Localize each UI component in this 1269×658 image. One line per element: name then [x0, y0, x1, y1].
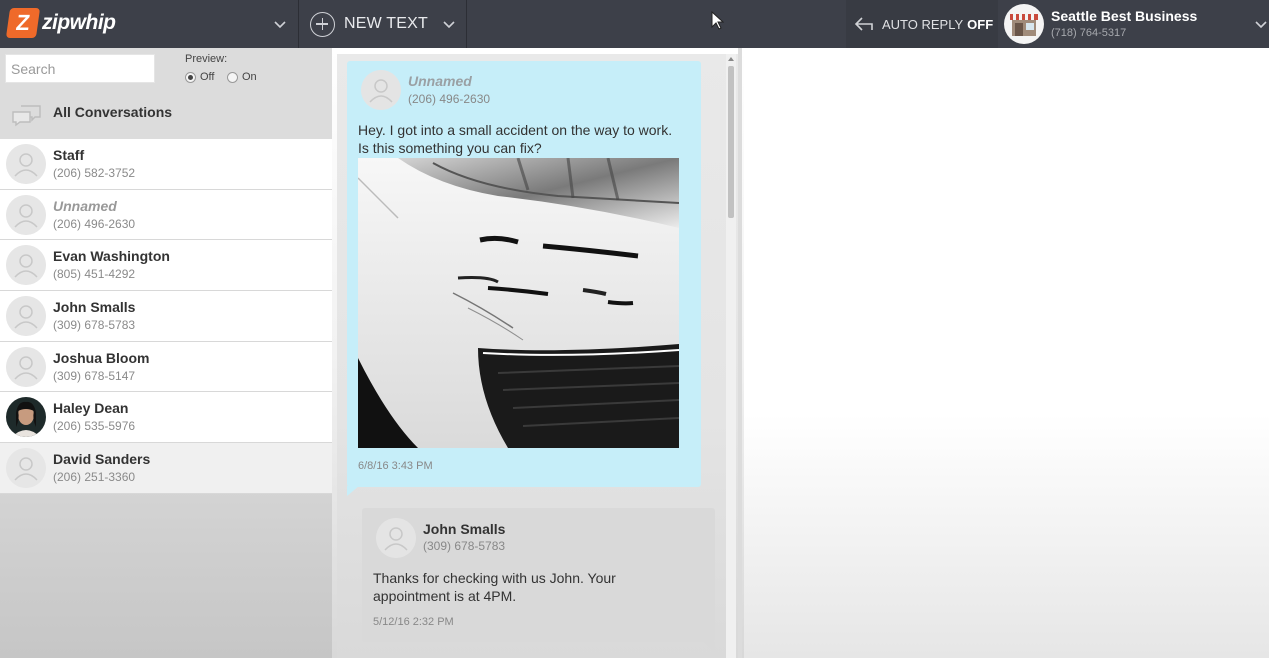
conversation-item[interactable]: David Sanders (206) 251-3360: [0, 443, 332, 494]
avatar: [376, 518, 416, 558]
conversation-item[interactable]: John Smalls (309) 678-5783: [0, 291, 332, 342]
divider: [466, 0, 467, 48]
divider: [298, 0, 299, 48]
logo-mark: Z: [5, 8, 41, 38]
avatar: [6, 194, 46, 235]
zipwhip-logo[interactable]: Z zipwhip: [5, 8, 116, 38]
logo-wordmark: zipwhip: [42, 11, 116, 34]
conversation-list: Staff (206) 582-3752 Unnamed (206) 496-2630…: [0, 139, 332, 494]
preview-on-label: On: [242, 71, 257, 83]
contact-phone: (206) 535-5976: [53, 419, 136, 434]
conversation-item[interactable]: Joshua Bloom (309) 678-5147: [0, 341, 332, 393]
conversation-sidebar: Preview: Off On All Conversations Staff (…: [0, 48, 332, 658]
mms-image-car-bumper[interactable]: [358, 158, 679, 448]
account-menu[interactable]: Seattle Best Business (718) 764-5317: [998, 0, 1269, 48]
message-text: Is this something you can fix?: [358, 140, 542, 156]
message-timestamp: 5/12/16 2:32 PM: [373, 616, 454, 628]
contact-name: David Sanders: [53, 451, 151, 468]
message-timestamp: 6/8/16 3:43 PM: [358, 460, 433, 472]
main-content-area: [744, 48, 1269, 658]
contact-name: Joshua Bloom: [53, 349, 150, 366]
conversation-item[interactable]: Haley Dean (206) 535-5976: [0, 392, 332, 444]
chevron-down-icon[interactable]: [1253, 16, 1269, 32]
preview-label: Preview:: [185, 53, 228, 65]
chevron-down-icon[interactable]: [272, 16, 288, 32]
auto-reply-toggle[interactable]: AUTO REPLY OFF: [846, 0, 998, 48]
message-text: appointment is at 4PM.: [373, 588, 517, 604]
contact-phone: (309) 678-5783: [53, 318, 136, 333]
contact-phone: (805) 451-4292: [53, 267, 136, 282]
scrollbar-thumb[interactable]: [728, 66, 734, 218]
contact-name: Staff: [53, 147, 85, 163]
preview-off-radio[interactable]: Off: [185, 71, 214, 83]
reply-arrow-icon: [854, 17, 873, 31]
mouse-cursor-icon: [711, 11, 725, 30]
auto-reply-state: OFF: [967, 16, 994, 32]
radio-button[interactable]: [185, 71, 196, 83]
radio-button[interactable]: [227, 71, 238, 83]
account-phone: (718) 764-5317: [1051, 27, 1127, 39]
avatar: [361, 70, 401, 110]
contact-name: Evan Washington: [53, 248, 170, 265]
bubble-tail: [703, 642, 715, 652]
storefront-icon: [1004, 4, 1044, 44]
avatar: [6, 296, 46, 337]
sender-name: Unnamed: [408, 73, 472, 89]
account-name: Seattle Best Business: [1051, 8, 1198, 24]
auto-reply-label: AUTO REPLY: [882, 16, 964, 32]
new-text-button[interactable]: NEW TEXT: [310, 11, 428, 37]
divider: [738, 48, 742, 658]
avatar: [6, 448, 46, 489]
contact-phone: (206) 251-3360: [53, 470, 136, 485]
new-text-label: NEW TEXT: [344, 15, 428, 32]
preview-off-label: Off: [200, 71, 215, 83]
preview-on-radio[interactable]: On: [227, 71, 257, 83]
chevron-down-icon[interactable]: [441, 16, 457, 32]
contact-name: Haley Dean: [53, 400, 129, 417]
contact-phone: (309) 678-5147: [53, 368, 136, 383]
avatar: [6, 144, 46, 184]
scroll-up-arrow-icon[interactable]: [728, 57, 734, 61]
contact-phone: (206) 582-3752: [53, 166, 136, 180]
contact-phone: (206) 496-2630: [53, 216, 136, 231]
contact-photo: [6, 397, 46, 438]
conversation-item[interactable]: Staff (206) 582-3752: [0, 139, 332, 190]
sender-phone: (309) 678-5783: [423, 539, 506, 553]
search-input[interactable]: [5, 54, 155, 83]
sender-name: John Smalls: [423, 521, 506, 537]
top-bar: Z zipwhip NEW TEXT AUTO REPLY OFF Seattl…: [0, 0, 1269, 48]
avatar: [6, 346, 46, 387]
contact-name: Unnamed: [53, 197, 117, 214]
chat-bubbles-icon: [12, 105, 41, 127]
all-conversations-label: All Conversations: [53, 104, 173, 120]
contact-name: John Smalls: [53, 299, 136, 316]
conversation-item[interactable]: Unnamed (206) 496-2630: [0, 189, 332, 241]
bubble-tail: [347, 486, 359, 496]
plus-circle-icon: [310, 11, 335, 37]
sender-phone: (206) 496-2630: [408, 92, 491, 106]
avatar: [6, 245, 46, 286]
message-text: Thanks for checking with us John. Your: [373, 570, 616, 586]
message-text: Hey. I got into a small accident on the …: [358, 122, 673, 138]
conversation-item[interactable]: Evan Washington (805) 451-4292: [0, 240, 332, 292]
